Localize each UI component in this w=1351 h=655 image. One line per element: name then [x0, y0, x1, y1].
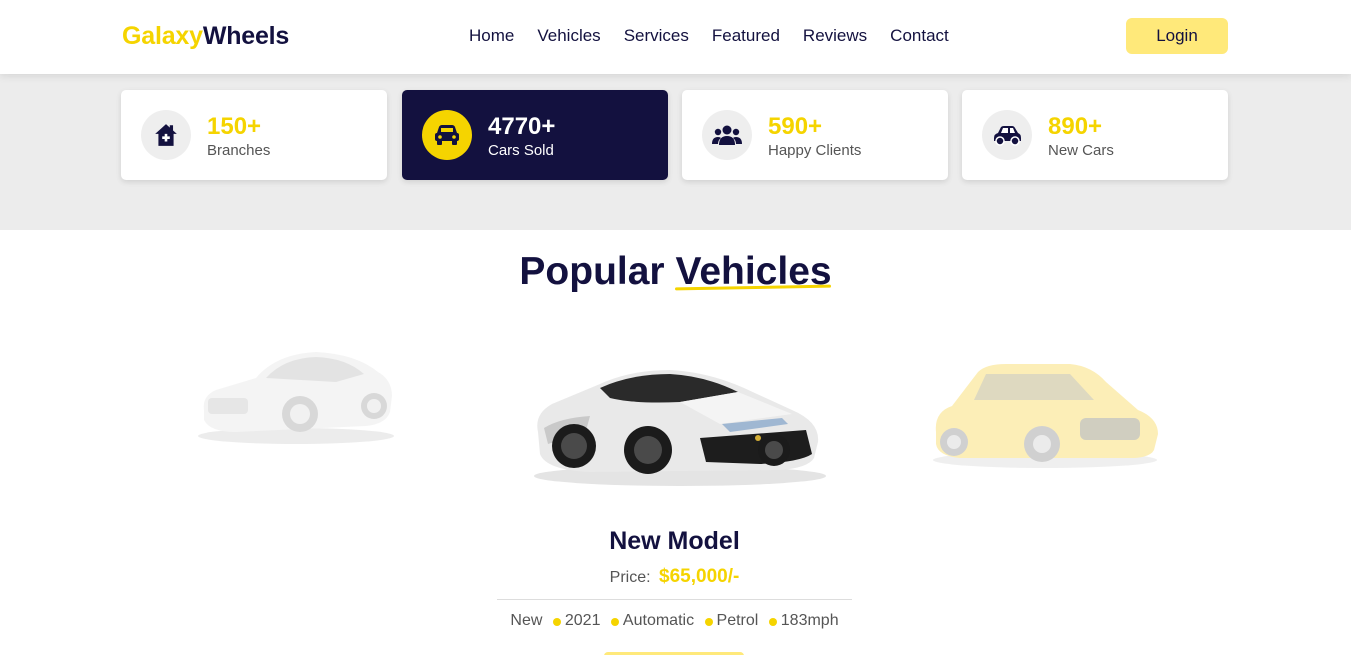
- spec-year: 2021: [564, 612, 601, 629]
- bullet-dot: [768, 618, 777, 626]
- price-value: $65,000/-: [659, 566, 740, 587]
- details-divider: [497, 599, 852, 600]
- vehicle-specs: New 2021 Automatic Petrol 183mph: [497, 612, 852, 630]
- car-image-right[interactable]: [930, 360, 1162, 472]
- stat-value: 150+: [207, 113, 262, 140]
- nav-reviews[interactable]: Reviews: [803, 26, 867, 46]
- site-header: GalaxyWheels Home Vehicles Services Feat…: [0, 0, 1351, 74]
- spec-top-speed: 183mph: [780, 612, 839, 629]
- users-icon: [702, 110, 752, 160]
- car-front-icon: [422, 110, 472, 160]
- car-side-icon: [982, 110, 1032, 160]
- main-nav: Home Vehicles Services Featured Reviews …: [469, 26, 972, 46]
- stat-label: New Cars: [1048, 142, 1114, 159]
- nav-vehicles[interactable]: Vehicles: [537, 26, 600, 46]
- vehicle-model-title: New Model: [609, 527, 740, 555]
- nav-home[interactable]: Home: [469, 26, 514, 46]
- stat-label: Branches: [207, 142, 271, 159]
- spec-transmission: Automatic: [622, 612, 695, 629]
- login-button[interactable]: Login: [1126, 18, 1228, 54]
- stat-card-branches: 150+ Branches: [121, 90, 387, 180]
- car-image-center[interactable]: [530, 358, 826, 490]
- stat-card-new-cars: 890+ New Cars: [962, 90, 1228, 180]
- stat-value: 590+: [768, 113, 823, 140]
- spec-fuel: Petrol: [716, 612, 759, 629]
- car-image-left[interactable]: [196, 340, 400, 450]
- section-title: Popular Vehicles: [0, 250, 1351, 294]
- spec-condition: New: [510, 612, 543, 629]
- section-title-plain: Popular: [519, 250, 665, 293]
- brand-logo[interactable]: GalaxyWheels: [122, 22, 289, 51]
- vehicle-price: Price: $65,000/-: [497, 566, 852, 588]
- bullet-dot: [552, 618, 561, 626]
- brand-part2: Wheels: [202, 22, 290, 50]
- stats-band: 150+ Branches 4770+ Cars Sold 590+ Happy…: [0, 74, 1351, 230]
- stat-card-happy-clients: 590+ Happy Clients: [682, 90, 948, 180]
- stat-label: Happy Clients: [768, 142, 862, 159]
- price-label: Price:: [609, 569, 651, 586]
- bullet-dot: [704, 618, 713, 626]
- nav-services[interactable]: Services: [624, 26, 689, 46]
- stat-label: Cars Sold: [488, 142, 554, 159]
- nav-contact[interactable]: Contact: [890, 26, 949, 46]
- section-title-underlined: Vehicles: [675, 250, 832, 293]
- nav-featured[interactable]: Featured: [712, 26, 780, 46]
- stat-value: 890+: [1048, 113, 1103, 140]
- stat-card-cars-sold: 4770+ Cars Sold: [402, 90, 668, 180]
- stat-value: 4770+: [488, 113, 556, 140]
- home-icon: [141, 110, 191, 160]
- bullet-dot: [610, 618, 619, 626]
- brand-part1: Galaxy: [122, 22, 203, 50]
